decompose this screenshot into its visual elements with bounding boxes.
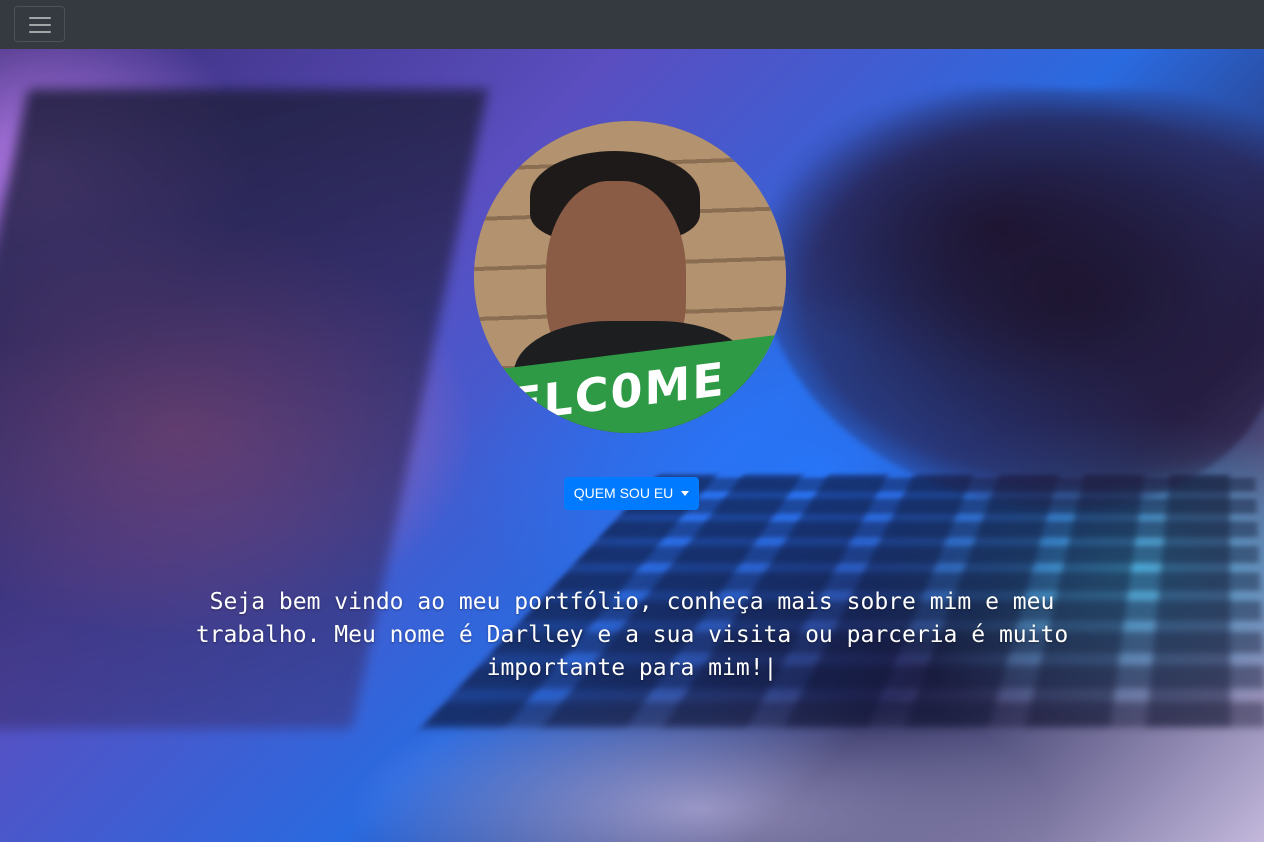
hamburger-menu-icon [29, 31, 51, 33]
background-hand-image [760, 89, 1264, 509]
dropdown-label: QUEM SOU EU [573, 485, 674, 501]
navbar [0, 0, 1264, 49]
welcome-text: Seja bem vindo ao meu portfólio, conheça… [195, 589, 1069, 681]
quem-sou-eu-dropdown-button[interactable]: QUEM SOU EU [564, 477, 699, 510]
navbar-toggler-button[interactable] [14, 6, 65, 42]
caret-down-icon [681, 491, 690, 496]
hamburger-menu-icon [29, 17, 51, 19]
hamburger-menu-icon [29, 24, 51, 26]
profile-avatar: ELC0ME [474, 121, 786, 433]
